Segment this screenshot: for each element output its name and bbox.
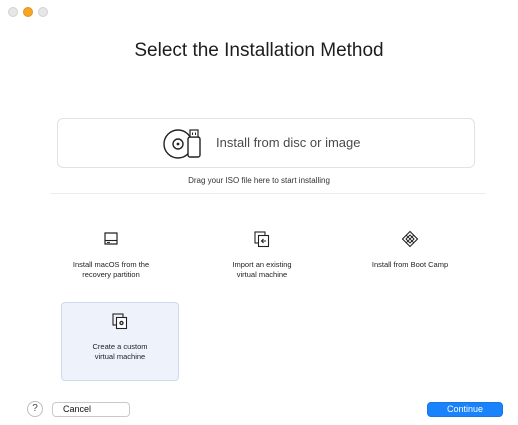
help-button[interactable]: ? <box>27 401 43 417</box>
installation-assistant-window: Select the Installation Method Install f… <box>0 0 518 425</box>
option-label: Install from Boot Camp <box>371 260 449 269</box>
continue-button[interactable]: Continue <box>427 402 503 417</box>
boot-camp-icon <box>351 230 469 253</box>
option-label: Import an existing virtual machine <box>232 260 292 279</box>
page-title: Select the Installation Method <box>134 40 384 61</box>
import-vm-icon <box>203 230 321 253</box>
dropzone-hint: Drag your ISO file here to start install… <box>188 176 330 185</box>
option-label: Create a custom virtual machine <box>92 342 148 361</box>
import-existing-vm-option[interactable]: Import an existing virtual machine <box>203 230 321 280</box>
install-from-image-dropzone[interactable]: Install from disc or image <box>57 118 475 168</box>
create-custom-vm-option[interactable]: Create a custom virtual machine <box>61 302 179 381</box>
close-window-button[interactable] <box>8 7 18 17</box>
zoom-window-button[interactable] <box>38 7 48 17</box>
custom-vm-icon <box>62 312 178 335</box>
install-macos-recovery-option[interactable]: Install macOS from the recovery partitio… <box>52 230 170 280</box>
disc-and-usb-icon <box>160 125 208 161</box>
window-controls <box>8 7 48 17</box>
option-label: Install macOS from the recovery partitio… <box>72 260 150 279</box>
dropzone-label: Install from disc or image <box>216 135 361 150</box>
install-boot-camp-option[interactable]: Install from Boot Camp <box>351 230 469 270</box>
cancel-button[interactable]: Cancel <box>52 402 130 417</box>
hard-drive-icon <box>52 230 170 253</box>
section-divider <box>50 193 486 194</box>
minimize-window-button[interactable] <box>23 7 33 17</box>
